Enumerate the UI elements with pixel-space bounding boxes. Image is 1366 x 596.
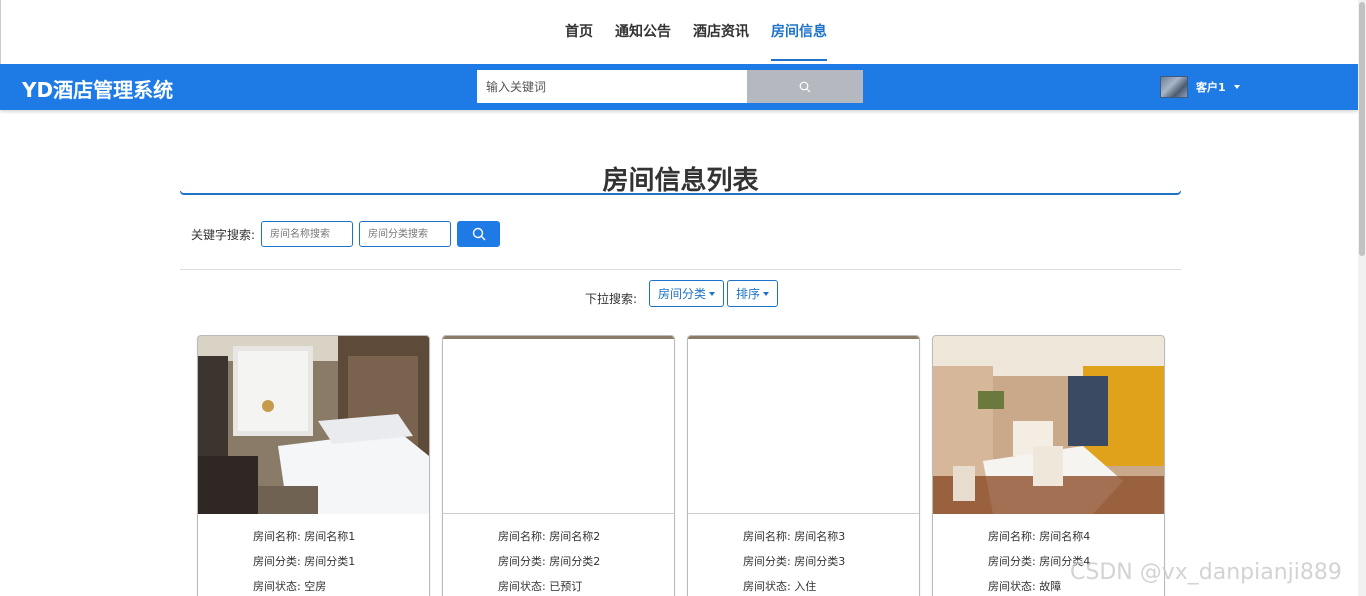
room-status: 房间状态: 空房 xyxy=(253,580,327,593)
room-info: 房间名称: 房间名称1 房间分类: 房间分类1 房间状态: 空房 xyxy=(253,528,355,596)
room-image xyxy=(443,336,674,514)
nav-item-home[interactable]: 首页 xyxy=(565,0,593,64)
title-underline xyxy=(180,191,1181,195)
watermark: CSDN @vx_danpianji889 xyxy=(1070,560,1342,585)
header-bar: YD酒店管理系统 客户1 xyxy=(0,64,1358,110)
room-category: 房间分类: 房间分类3 xyxy=(743,555,846,568)
room-info: 房间名称: 房间名称2 房间分类: 房间分类2 房间状态: 已预订 xyxy=(498,528,600,596)
user-name: 客户1 xyxy=(1196,81,1226,94)
room-status: 房间状态: 已预订 xyxy=(498,580,583,593)
room-name-search-input[interactable] xyxy=(261,221,353,247)
chevron-down-icon xyxy=(709,291,716,296)
global-search-input[interactable] xyxy=(477,70,747,103)
room-name: 房间名称: 房间名称1 xyxy=(253,530,356,543)
user-menu[interactable]: 客户1 xyxy=(1160,70,1240,104)
room-category: 房间分类: 房间分类2 xyxy=(498,555,601,568)
sort-dropdown[interactable]: 排序 xyxy=(727,280,779,307)
brand-title: YD酒店管理系统 xyxy=(22,78,174,102)
nav-item-room-info[interactable]: 房间信息 xyxy=(771,0,827,64)
sort-dropdown-label: 排序 xyxy=(736,287,761,301)
chevron-down-icon xyxy=(763,291,770,296)
room-name: 房间名称: 房间名称3 xyxy=(743,530,846,543)
chevron-down-icon xyxy=(1233,85,1240,89)
avatar xyxy=(1160,76,1188,98)
scrollbar-thumb[interactable] xyxy=(1359,2,1365,256)
room-category-dropdown-label: 房间分类 xyxy=(658,287,707,301)
search-icon xyxy=(799,81,811,92)
room-card[interactable]: 房间名称: 房间名称1 房间分类: 房间分类1 房间状态: 空房 xyxy=(197,335,430,596)
search-icon xyxy=(472,227,485,241)
room-card[interactable]: 房间名称: 房间名称3 房间分类: 房间分类3 房间状态: 入住 xyxy=(687,335,920,596)
nav-menu: 首页 通知公告 酒店资讯 房间信息 xyxy=(565,0,849,64)
divider xyxy=(180,269,1181,270)
nav-item-hotel-news[interactable]: 酒店资讯 xyxy=(693,0,749,64)
room-category-dropdown[interactable]: 房间分类 xyxy=(649,280,725,307)
room-info: 房间名称: 房间名称3 房间分类: 房间分类3 房间状态: 入住 xyxy=(743,528,845,596)
top-navigation: 首页 通知公告 酒店资讯 房间信息 xyxy=(0,0,1356,64)
room-image xyxy=(933,336,1164,514)
nav-item-notices[interactable]: 通知公告 xyxy=(615,0,671,64)
room-category-search-input[interactable] xyxy=(359,221,451,247)
room-name: 房间名称: 房间名称4 xyxy=(988,530,1091,543)
room-card[interactable]: 房间名称: 房间名称4 房间分类: 房间分类4 房间状态: 故障 xyxy=(932,335,1165,596)
room-image xyxy=(198,336,429,514)
room-name: 房间名称: 房间名称2 xyxy=(498,530,601,543)
keyword-search-label: 关键字搜索: xyxy=(191,228,256,242)
keyword-search-button[interactable] xyxy=(457,221,500,247)
room-category: 房间分类: 房间分类1 xyxy=(253,555,356,568)
page: 首页 通知公告 酒店资讯 房间信息 YD酒店管理系统 客户1 房间信息列表 关键… xyxy=(0,0,1366,596)
dropdown-search-label: 下拉搜索: xyxy=(585,292,638,306)
global-search-button[interactable] xyxy=(747,70,863,103)
room-card[interactable]: 房间名称: 房间名称2 房间分类: 房间分类2 房间状态: 已预订 xyxy=(442,335,675,596)
room-image xyxy=(688,336,919,514)
room-status: 房间状态: 入住 xyxy=(743,580,817,593)
